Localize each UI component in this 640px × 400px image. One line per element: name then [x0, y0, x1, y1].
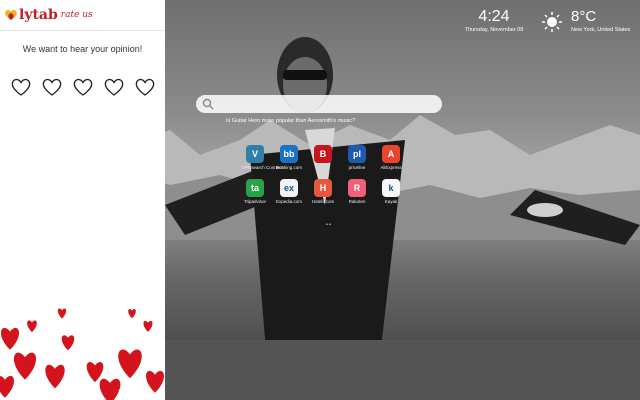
- app-icon[interactable]: H: [314, 179, 332, 197]
- brand-name: lytab: [19, 7, 58, 23]
- app-shortcut-7[interactable]: ex Expedia.com: [276, 179, 302, 204]
- weather-widget[interactable]: 8°C New York, United States: [571, 8, 630, 34]
- heart-rating-1-icon[interactable]: [10, 76, 32, 98]
- app-shortcut-4[interactable]: pl priceline: [344, 145, 370, 170]
- weather-temperature: 8°C: [571, 8, 597, 25]
- app-icon[interactable]: ta: [246, 179, 264, 197]
- app-shortcut-2[interactable]: bb Booking.com: [276, 145, 302, 170]
- clock-time: 4:24: [478, 8, 510, 25]
- clock-date: Thursday, November 08: [464, 27, 524, 33]
- app-label: Booking.com: [276, 165, 303, 170]
- app-shortcut-9[interactable]: R Rakuten: [344, 179, 370, 204]
- heart-rating-5-icon[interactable]: [134, 76, 156, 98]
- app-shortcut-5[interactable]: A AliExpress: [378, 145, 404, 170]
- app-icon[interactable]: R: [348, 179, 366, 197]
- man-in-suit-figure: [165, 37, 640, 400]
- search-input[interactable]: [218, 95, 437, 115]
- app-icon[interactable]: A: [382, 145, 400, 163]
- privacy-policy-link[interactable]: Privacy Policy: [29, 389, 60, 395]
- app-label: priceline: [348, 165, 366, 170]
- app-label: VPNsearch Connect: [242, 165, 283, 170]
- app-icon[interactable]: ex: [280, 179, 298, 197]
- app-icon[interactable]: bb: [280, 145, 298, 163]
- app-shortcut-3[interactable]: B: [310, 145, 336, 165]
- app-icon[interactable]: V: [246, 145, 264, 163]
- heart-logo-icon: [5, 9, 17, 20]
- search-icon[interactable]: [202, 98, 214, 110]
- app-shortcut-10[interactable]: k Kayak: [378, 179, 404, 204]
- sun-icon: [542, 12, 562, 32]
- heart-rating: [10, 76, 156, 98]
- brand-logo: lytab rate us: [4, 6, 93, 24]
- opinion-prompt: We want to hear your opinion!: [22, 44, 143, 54]
- app-icon[interactable]: B: [314, 145, 332, 163]
- heart-rating-2-icon[interactable]: [41, 76, 63, 98]
- app-label: Rakuten: [348, 199, 366, 204]
- rate-us-panel: lytab rate us We want to hear your opini…: [0, 0, 165, 400]
- trending-question-link[interactable]: Is Guitar Hero more popular than Aerosmi…: [226, 118, 355, 124]
- app-icon[interactable]: k: [382, 179, 400, 197]
- app-shortcut-1[interactable]: V VPNsearch Connect: [242, 145, 283, 170]
- eula-link[interactable]: EULA: [83, 389, 96, 395]
- app-label: AliExpress: [380, 165, 402, 170]
- app-shortcut-6[interactable]: ta Tripadvisor: [242, 179, 268, 204]
- decorative-hearts: [0, 308, 165, 400]
- search-bar[interactable]: [196, 95, 442, 115]
- app-label: Hotels.com: [311, 199, 335, 204]
- clock-widget: 4:24 Thursday, November 08: [464, 8, 524, 34]
- heart-rating-3-icon[interactable]: [72, 76, 94, 98]
- footer-links: Privacy Policy EULA Contact: [0, 389, 165, 395]
- app-label: Kayak: [384, 199, 398, 204]
- weather-location: New York, United States: [571, 27, 631, 33]
- app-shortcut-8[interactable]: H Hotels.com: [310, 179, 336, 204]
- page-dots[interactable]: • •: [326, 222, 331, 228]
- contact-link[interactable]: Contact: [118, 389, 135, 395]
- brand-tagline: rate us: [60, 10, 93, 20]
- heart-rating-4-icon[interactable]: [103, 76, 125, 98]
- app-icon[interactable]: pl: [348, 145, 366, 163]
- app-label: Tripadvisor: [243, 199, 267, 204]
- app-label: Expedia.com: [276, 199, 303, 204]
- divider: [0, 30, 165, 31]
